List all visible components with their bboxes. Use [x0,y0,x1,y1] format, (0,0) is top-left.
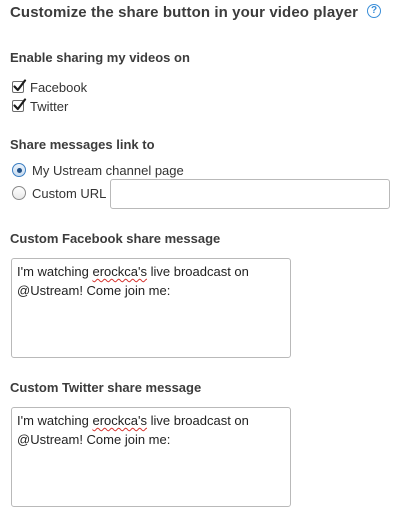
misspelled-word: erockca's [92,413,147,428]
facebook-label: Facebook [30,79,88,95]
checkmark-icon [13,79,27,92]
header: Customize the share button in your video… [10,2,358,22]
message-text: I'm watching [17,413,93,428]
ustream-channel-radio[interactable] [12,163,26,177]
page-title: Customize the share button in your video… [10,3,359,21]
custom-url-label: Custom URL [32,185,107,201]
facebook-checkbox[interactable] [12,79,27,93]
twitter-label: Twitter [30,98,69,114]
custom-url-radio[interactable] [12,186,26,200]
misspelled-word: erockca's [92,264,147,279]
checkmark-icon [13,98,27,111]
message-text: I'm watching [17,264,93,279]
share-settings-panel: Customize the share button in your video… [0,0,400,514]
custom-url-radio-option[interactable]: Custom URL [12,185,106,201]
facebook-checkbox-option[interactable]: Facebook [12,79,87,95]
link-section-label: Share messages link to [10,137,155,152]
twitter-message-label: Custom Twitter share message [10,380,202,395]
radio-selected-dot [16,167,22,173]
custom-url-input[interactable] [110,179,390,209]
twitter-checkbox-option[interactable]: Twitter [12,98,68,114]
twitter-checkbox[interactable] [12,98,27,112]
facebook-message-label: Custom Facebook share message [10,231,221,246]
ustream-channel-radio-option[interactable]: My Ustream channel page [12,162,184,178]
help-icon[interactable]: ? [367,4,381,18]
facebook-message-textarea[interactable]: I'm watching erockca's live broadcast on… [11,258,291,358]
twitter-message-textarea[interactable]: I'm watching erockca's live broadcast on… [11,407,291,507]
sharing-section-label: Enable sharing my videos on [10,50,190,65]
ustream-channel-label: My Ustream channel page [32,162,184,178]
